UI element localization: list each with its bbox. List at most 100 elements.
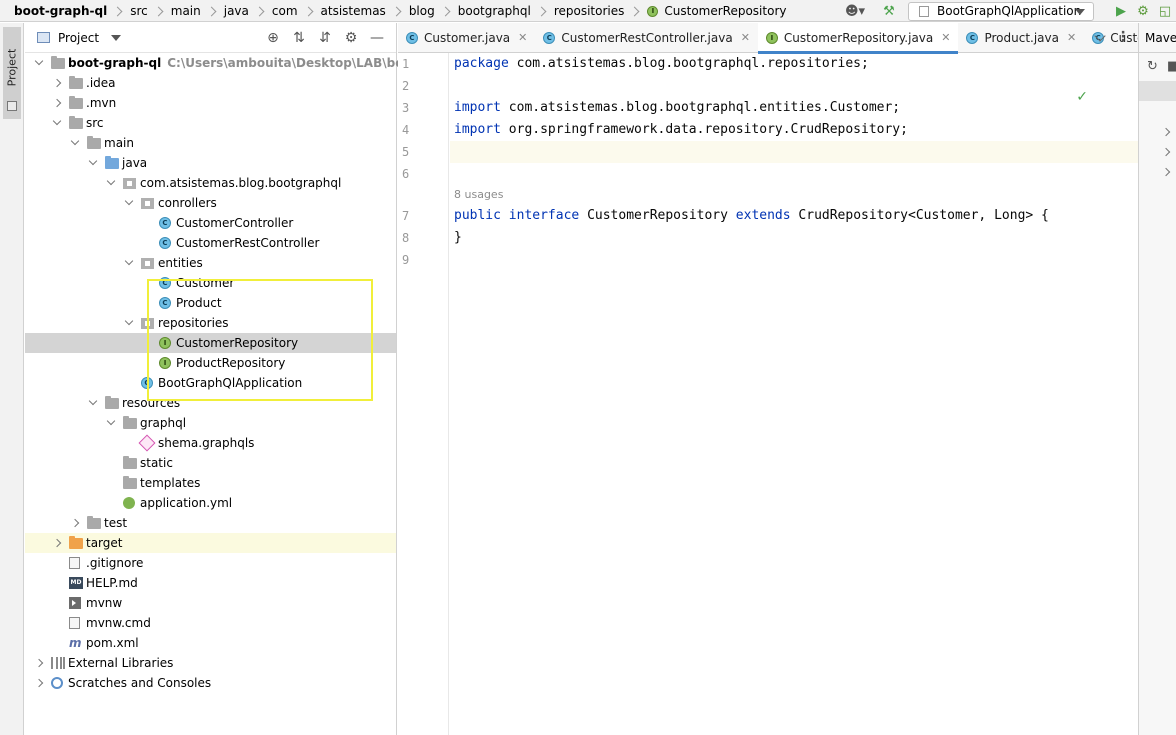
tree-item[interactable]: mvnw bbox=[25, 593, 396, 613]
chevron-right-icon[interactable] bbox=[52, 98, 62, 108]
tree-item[interactable]: Scratches and Consoles bbox=[25, 673, 396, 693]
gear-icon[interactable]: ⚙ bbox=[338, 30, 364, 46]
maven-panel-title[interactable]: Maven bbox=[1139, 23, 1176, 53]
tree-item[interactable]: mvnw.cmd bbox=[25, 613, 396, 633]
locate-icon[interactable]: ⊕ bbox=[260, 30, 286, 46]
usages-hint[interactable]: 8 usages bbox=[454, 187, 503, 203]
project-view-label[interactable]: Project bbox=[58, 31, 99, 45]
hammer-icon[interactable]: ⚒ bbox=[878, 0, 900, 22]
tree-item[interactable]: C BootGraphQlApplication bbox=[25, 373, 396, 393]
tree-item[interactable]: I CustomerRepository bbox=[25, 333, 396, 353]
tree-item[interactable]: .mvn bbox=[25, 93, 396, 113]
project-tool-window-button[interactable]: Project bbox=[3, 27, 21, 119]
chevron-down-icon[interactable] bbox=[106, 416, 116, 426]
user-icon[interactable]: ☻▾ bbox=[840, 0, 870, 22]
code-area[interactable]: ✓ package com.atsistemas.blog.bootgraphq… bbox=[450, 53, 1138, 735]
chevron-down-icon[interactable] bbox=[124, 256, 134, 266]
code-line[interactable]: import com.atsistemas.blog.bootgraphql.e… bbox=[454, 97, 900, 119]
editor-tab[interactable]: C Customer.java ✕ bbox=[398, 23, 535, 53]
tree-item[interactable]: C CustomerController bbox=[25, 213, 396, 233]
add-icon[interactable]: ■ bbox=[1167, 59, 1176, 74]
chevron-right-icon[interactable] bbox=[52, 78, 62, 88]
tree-item[interactable]: boot-graph-ql C:\Users\ambouita\Desktop\L… bbox=[25, 53, 467, 73]
debug-icon[interactable]: ⚙ bbox=[1132, 0, 1154, 22]
code-line[interactable]: import org.springframework.data.reposito… bbox=[454, 119, 908, 141]
code-line[interactable]: public interface CustomerRepository exte… bbox=[454, 205, 1049, 227]
chevron-down-icon[interactable] bbox=[106, 176, 116, 186]
chevron-right-icon[interactable] bbox=[1161, 127, 1171, 137]
breadcrumb-item[interactable]: main bbox=[171, 4, 224, 18]
tree-item[interactable]: static bbox=[25, 453, 396, 473]
chevron-right-icon[interactable] bbox=[70, 518, 80, 528]
breadcrumb-item[interactable]: java bbox=[224, 4, 272, 18]
editor-tab[interactable]: I CustomerRepository.java ✕ bbox=[757, 22, 959, 54]
maven-project-root[interactable] bbox=[1139, 81, 1176, 101]
code-line[interactable] bbox=[450, 141, 1138, 163]
close-icon[interactable]: ✕ bbox=[941, 31, 950, 44]
tree-item[interactable]: C Customer bbox=[25, 273, 396, 293]
breadcrumb-item[interactable]: boot-graph-ql bbox=[14, 4, 130, 18]
breadcrumb-item[interactable]: repositories bbox=[554, 4, 648, 18]
tree-item[interactable]: resources bbox=[25, 393, 396, 413]
tree-item[interactable]: com.atsistemas.blog.bootgraphql bbox=[25, 173, 396, 193]
coverage-icon[interactable]: ◱ bbox=[1154, 0, 1176, 22]
run-configuration-select[interactable]: BootGraphQlApplication bbox=[908, 1, 1094, 21]
chevron-down-icon[interactable] bbox=[88, 156, 98, 166]
tree-item[interactable]: C Product bbox=[25, 293, 396, 313]
chevron-down-icon[interactable] bbox=[124, 316, 134, 326]
breadcrumb-item[interactable]: bootgraphql bbox=[458, 4, 554, 18]
more-options-icon[interactable]: ⋮ bbox=[1116, 29, 1130, 45]
breadcrumb-label: main bbox=[170, 4, 201, 18]
tree-item[interactable]: .idea bbox=[25, 73, 396, 93]
tree-item[interactable]: conrollers bbox=[25, 193, 396, 213]
tree-item[interactable]: main bbox=[25, 133, 396, 153]
code-line[interactable]: } bbox=[454, 227, 462, 249]
breadcrumb-item[interactable]: I CustomerRepository bbox=[647, 4, 786, 18]
code-line[interactable]: package com.atsistemas.blog.bootgraphql.… bbox=[454, 53, 869, 75]
chevron-right-icon[interactable] bbox=[34, 658, 44, 668]
expand-all-icon[interactable]: ⇅ bbox=[286, 30, 312, 46]
tree-item[interactable]: templates bbox=[25, 473, 396, 493]
chevron-down-icon[interactable] bbox=[52, 116, 62, 126]
tree-item[interactable]: src bbox=[25, 113, 396, 133]
chevron-right-icon[interactable] bbox=[34, 678, 44, 688]
breadcrumb-item[interactable]: src bbox=[130, 4, 171, 18]
chevron-down-icon[interactable] bbox=[88, 396, 98, 406]
breadcrumb-label: boot-graph-ql bbox=[14, 4, 108, 18]
chevron-right-icon[interactable] bbox=[1161, 147, 1171, 157]
close-icon[interactable]: ✕ bbox=[518, 31, 527, 44]
breadcrumb-item[interactable]: blog bbox=[409, 4, 458, 18]
tree-item[interactable]: External Libraries bbox=[25, 653, 396, 673]
breadcrumb-item[interactable]: com bbox=[272, 4, 321, 18]
chevron-down-icon[interactable] bbox=[34, 56, 44, 66]
tree-item[interactable]: m pom.xml bbox=[25, 633, 396, 653]
chevron-down-icon[interactable] bbox=[70, 136, 80, 146]
tree-item[interactable]: repositories bbox=[25, 313, 396, 333]
tree-item[interactable]: MD HELP.md bbox=[25, 573, 396, 593]
tree-item[interactable]: I ProductRepository bbox=[25, 353, 396, 373]
tree-item[interactable]: target bbox=[25, 533, 396, 553]
breadcrumb-item[interactable]: atsistemas bbox=[321, 4, 409, 18]
tree-item[interactable]: shema.graphqls bbox=[25, 433, 396, 453]
run-icon[interactable]: ▶ bbox=[1110, 0, 1132, 22]
tree-item[interactable]: graphql bbox=[25, 413, 396, 433]
editor-tab[interactable]: C Product.java ✕ bbox=[958, 23, 1084, 53]
editor-tab[interactable]: C CustomerRestController.java ✕ bbox=[535, 23, 758, 53]
collapse-all-icon[interactable]: ⇵ bbox=[312, 30, 338, 46]
chevron-right-icon[interactable] bbox=[52, 538, 62, 548]
close-icon[interactable]: ✕ bbox=[1067, 31, 1076, 44]
tree-item[interactable]: test bbox=[25, 513, 396, 533]
refresh-icon[interactable]: ↻ bbox=[1147, 59, 1158, 74]
tree-item[interactable]: .gitignore bbox=[25, 553, 396, 573]
tree-item[interactable]: C CustomerRestController bbox=[25, 233, 396, 253]
tree-item[interactable]: entities bbox=[25, 253, 396, 273]
chevron-right-icon[interactable] bbox=[1161, 167, 1171, 177]
hide-icon[interactable]: — bbox=[364, 30, 390, 46]
tree-item[interactable]: java bbox=[25, 153, 396, 173]
no-problems-check-icon[interactable]: ✓ bbox=[1076, 89, 1088, 105]
close-icon[interactable]: ✕ bbox=[741, 31, 750, 44]
chevron-down-icon[interactable] bbox=[124, 196, 134, 206]
tree-item[interactable]: application.yml bbox=[25, 493, 396, 513]
shell-script-icon bbox=[69, 597, 81, 609]
chevron-down-icon[interactable] bbox=[111, 34, 122, 41]
